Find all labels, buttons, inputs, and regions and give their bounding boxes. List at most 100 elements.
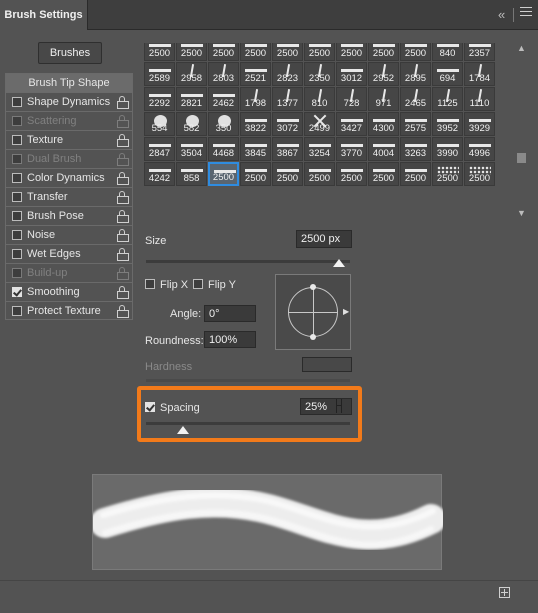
lock-icon[interactable] [117,248,129,261]
brush-preset[interactable]: 3952 [432,112,463,136]
brush-preset[interactable]: 554 [144,112,175,136]
brush-preset[interactable]: 2465 [400,87,431,111]
sidebar-item-shape-dynamics[interactable]: Shape Dynamics [5,92,133,111]
brush-preset[interactable]: 3254 [304,137,335,161]
brush-preset[interactable]: 2958 [176,62,207,86]
grid-scrollbar[interactable]: ▲ ▼ [515,43,527,218]
angle-field[interactable]: 0° [204,305,256,322]
brush-preset[interactable]: 4996 [464,137,495,161]
brush-preset[interactable]: 2521 [240,62,271,86]
brush-preset[interactable]: 728 [336,87,367,111]
sidebar-checkbox[interactable] [12,192,22,202]
brush-preset[interactable]: 2500 [272,162,303,186]
sidebar-item-dual-brush[interactable]: Dual Brush [5,149,133,168]
brush-preset[interactable]: 4004 [368,137,399,161]
lock-icon[interactable] [117,115,129,128]
sidebar-item-transfer[interactable]: Transfer [5,187,133,206]
sidebar-item-brush-tip-shape[interactable]: Brush Tip Shape [5,73,133,92]
tab-brush-settings[interactable]: Brush Settings [0,0,88,30]
brush-preset[interactable]: 3990 [432,137,463,161]
sidebar-item-protect-texture[interactable]: Protect Texture [5,301,133,320]
lock-icon[interactable] [117,153,129,166]
brushes-button[interactable]: Brushes [38,42,102,64]
roundness-field[interactable]: 100% [204,331,256,348]
sidebar-checkbox[interactable] [12,97,22,107]
sidebar-checkbox[interactable] [12,305,22,316]
double-chevron-left-icon[interactable]: « [498,7,505,22]
lock-icon[interactable] [117,286,129,299]
brush-preset[interactable]: 2952 [368,62,399,86]
brush-preset[interactable]: 2823 [272,62,303,86]
brush-preset[interactable]: 582 [176,112,207,136]
roundness-handle-top[interactable] [310,284,316,290]
brush-preset[interactable]: 3770 [336,137,367,161]
brush-preset[interactable]: 3072 [272,112,303,136]
sidebar-item-scattering[interactable]: Scattering [5,111,133,130]
hamburger-menu-icon[interactable] [520,7,532,19]
brush-preset[interactable]: 2500 [336,43,367,61]
brush-preset[interactable]: 2500 [144,43,175,61]
brush-preset[interactable]: 2803 [208,62,239,86]
brush-preset[interactable]: 2499 [304,112,335,136]
brush-preset[interactable]: 2357 [464,43,495,61]
brush-preset[interactable]: 2821 [176,87,207,111]
brush-preset[interactable]: 971 [368,87,399,111]
sidebar-item-texture[interactable]: Texture [5,130,133,149]
brush-preset[interactable]: 3504 [176,137,207,161]
sidebar-checkbox[interactable] [12,154,22,164]
brush-preset[interactable]: 810 [304,87,335,111]
brush-preset[interactable]: 1784 [464,62,495,86]
brush-preset[interactable]: 2500 [304,43,335,61]
size-field[interactable]: 2500 px [296,230,352,248]
brush-preset[interactable]: 858 [176,162,207,186]
brush-preset[interactable]: 350 [208,112,239,136]
brush-preset[interactable]: 2350 [304,62,335,86]
sidebar-checkbox[interactable] [12,211,22,221]
brush-preset[interactable]: 4468 [208,137,239,161]
brush-preset[interactable]: 2462 [208,87,239,111]
angle-roundness-widget[interactable]: ▶ [275,274,351,350]
flip-y-checkbox[interactable] [193,279,203,289]
size-slider-track[interactable] [146,260,350,263]
roundness-handle-bottom[interactable] [310,334,316,340]
sidebar-item-noise[interactable]: Noise [5,225,133,244]
brush-preset[interactable]: 4242 [144,162,175,186]
brush-preset[interactable]: 2575 [400,112,431,136]
brush-preset[interactable]: 3012 [336,62,367,86]
brush-preset[interactable]: 2847 [144,137,175,161]
brush-preset[interactable]: 1125 [432,87,463,111]
brush-preset[interactable]: 2500 [208,162,239,186]
brush-preset[interactable]: 2500 [368,43,399,61]
sidebar-checkbox[interactable] [12,287,22,297]
brush-preset[interactable]: 3263 [400,137,431,161]
brush-preset[interactable]: 1377 [272,87,303,111]
brush-preset[interactable]: 3929 [464,112,495,136]
sidebar-item-wet-edges[interactable]: Wet Edges [5,244,133,263]
sidebar-item-smoothing[interactable]: Smoothing [5,282,133,301]
brush-preset[interactable]: 2500 [432,162,463,186]
brush-preset[interactable]: 1798 [240,87,271,111]
lock-icon[interactable] [117,229,129,242]
brush-preset[interactable]: 3867 [272,137,303,161]
brush-preset[interactable]: 694 [432,62,463,86]
angle-arrow-icon[interactable]: ▶ [343,307,349,316]
brush-preset[interactable]: 2500 [240,162,271,186]
brush-preset[interactable]: 3427 [336,112,367,136]
brush-preset[interactable]: 2500 [464,162,495,186]
sidebar-checkbox[interactable] [12,249,22,259]
brush-preset[interactable]: 1110 [464,87,495,111]
chevron-down-icon[interactable]: ▼ [517,208,526,218]
sidebar-item-color-dynamics[interactable]: Color Dynamics [5,168,133,187]
sidebar-checkbox[interactable] [12,230,22,240]
brush-preset[interactable]: 2500 [400,162,431,186]
brush-preset[interactable]: 2589 [144,62,175,86]
brush-preset[interactable]: 2500 [400,43,431,61]
sidebar-checkbox[interactable] [12,116,22,126]
sidebar-item-brush-pose[interactable]: Brush Pose [5,206,133,225]
chevron-up-icon[interactable]: ▲ [517,43,526,53]
brush-preset[interactable]: 2500 [304,162,335,186]
size-slider-thumb[interactable] [333,259,345,267]
plus-square-icon[interactable] [499,587,510,598]
scroll-thumb[interactable] [517,153,526,163]
lock-icon[interactable] [117,191,129,204]
